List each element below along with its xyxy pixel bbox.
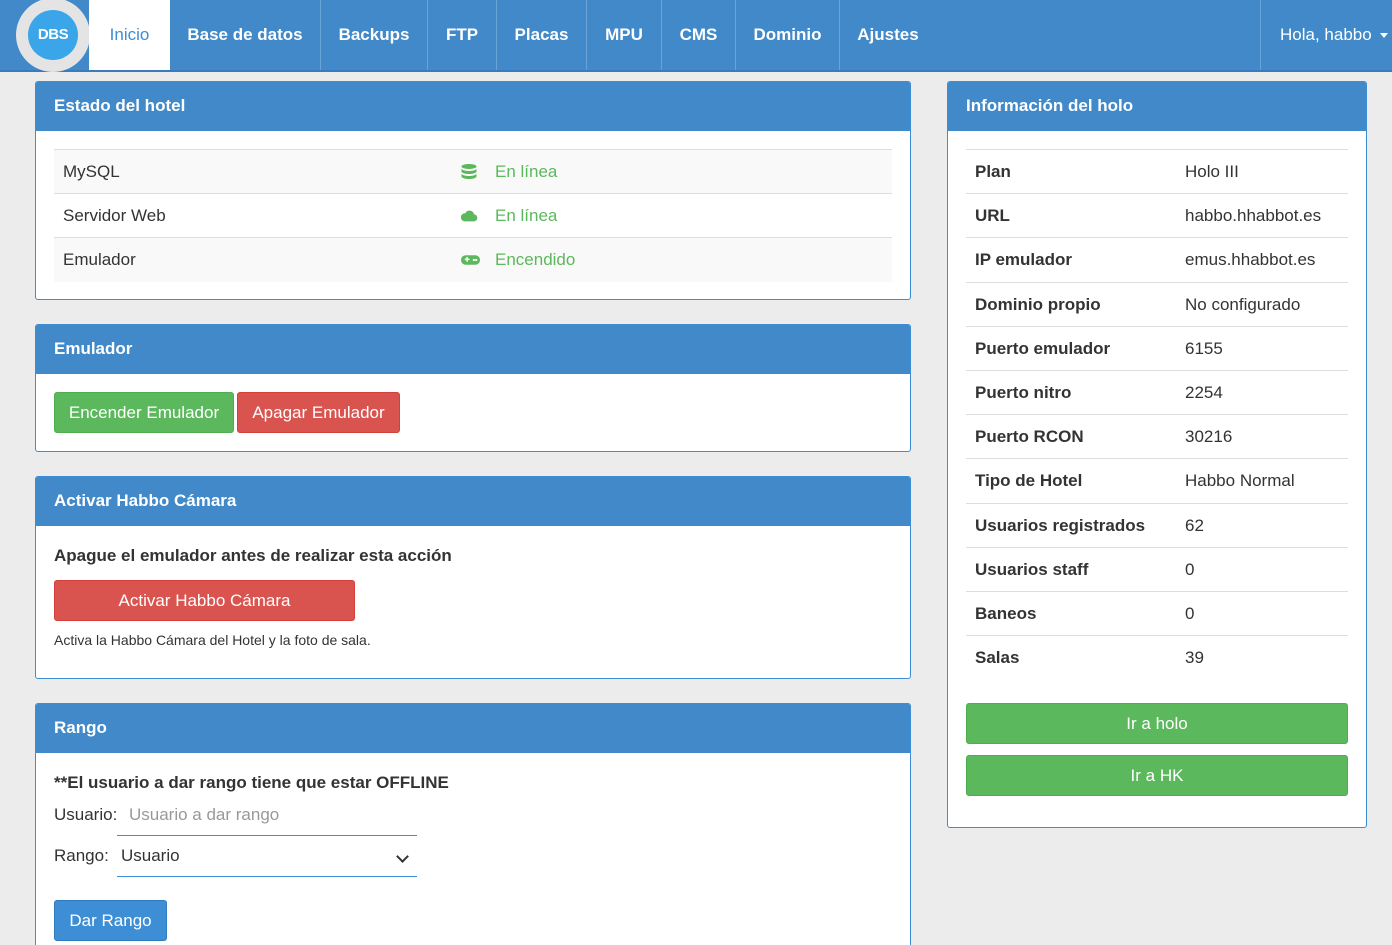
logo[interactable]: DBS	[16, 0, 90, 72]
user-greeting: Hola, habbo	[1280, 25, 1372, 44]
panel-title: Estado del hotel	[36, 82, 910, 131]
activate-camera-button[interactable]: Activar Habbo Cámara	[54, 580, 355, 621]
emulator-panel: Emulador Encender Emulador Apagar Emulad…	[35, 324, 911, 452]
info-key: Salas	[975, 648, 1020, 668]
info-key: Plan	[975, 162, 1011, 181]
info-value: habbo.hhabbot.es	[1185, 206, 1322, 226]
panel-title: Información del holo	[948, 82, 1366, 131]
go-holo-button[interactable]: Ir a holo	[966, 703, 1348, 744]
info-key: Puerto RCON	[975, 427, 1084, 447]
nav-item-cms[interactable]: CMS	[662, 0, 736, 70]
status-label: Emulador	[63, 250, 136, 269]
info-row: Puerto RCON 30216	[966, 415, 1348, 460]
gamepad-icon	[460, 255, 481, 265]
holo-info-panel: Información del holo Plan Holo III URL hab…	[947, 81, 1367, 828]
info-value: 30216	[1185, 427, 1233, 447]
info-value: No configurado	[1185, 294, 1301, 314]
camera-panel: Activar Habbo Cámara Apague el emulador …	[35, 476, 911, 679]
nav-item-inicio[interactable]: Inicio	[89, 0, 170, 70]
database-icon	[461, 164, 477, 179]
panel-title: Rango	[36, 704, 910, 753]
hotel-status-panel: Estado del hotel MySQL En línea Servidor…	[35, 81, 911, 300]
status-label: MySQL	[63, 162, 120, 181]
panel-title: Activar Habbo Cámara	[36, 477, 910, 526]
info-row: Usuarios registrados 62	[966, 504, 1348, 548]
logo-badge: DBS	[28, 10, 78, 60]
info-table: Plan Holo III URL habbo.hhabbot.es IP emul…	[966, 149, 1348, 680]
camera-description: Activa la Habbo Cámara del Hotel y la fo…	[54, 632, 371, 648]
info-key: Baneos	[975, 603, 1037, 623]
info-key: IP emulador	[975, 250, 1072, 270]
info-row: Puerto emulador 6155	[966, 327, 1348, 371]
nav-item-ftp[interactable]: FTP	[428, 0, 497, 70]
give-rank-button[interactable]: Dar Rango	[54, 900, 167, 941]
go-hk-button[interactable]: Ir a HK	[966, 755, 1348, 796]
info-key: Usuarios staff	[975, 559, 1089, 579]
status-value: Encendido	[495, 250, 576, 269]
info-row: Usuarios staff 0	[966, 548, 1348, 592]
info-row: IP emulador emus.hhabbot.es	[966, 238, 1348, 283]
status-row-mysql: MySQL En línea	[54, 150, 892, 194]
chevron-down-icon	[396, 850, 409, 863]
info-row: Plan Holo III	[966, 150, 1348, 195]
info-row: Salas 39	[966, 636, 1348, 680]
rank-select[interactable]: Usuario	[117, 836, 417, 877]
info-value: 0	[1185, 603, 1195, 623]
info-value: 0	[1185, 559, 1195, 579]
info-key: Dominio propio	[975, 294, 1101, 314]
info-row: Puerto nitro 2254	[966, 371, 1348, 416]
info-key: Puerto emulador	[975, 338, 1111, 358]
info-row: URL habbo.hhabbot.es	[966, 194, 1348, 239]
info-key: URL	[975, 206, 1010, 226]
info-value: 2254	[1185, 382, 1223, 402]
camera-warning: Apague el emulador antes de realizar est…	[54, 546, 452, 565]
info-value: emus.hhabbot.es	[1185, 250, 1316, 270]
rank-select-value: Usuario	[121, 846, 180, 865]
info-row: Dominio propio No configurado	[966, 283, 1348, 327]
caret-down-icon	[1379, 33, 1388, 39]
user-input[interactable]	[117, 795, 417, 836]
status-row-web-server: Servidor Web En línea	[54, 194, 892, 238]
info-row: Baneos 0	[966, 592, 1348, 637]
cloud-icon	[460, 210, 478, 222]
info-value: 39	[1185, 648, 1204, 668]
info-key: Usuarios registrados	[975, 515, 1146, 535]
user-menu[interactable]: Hola, habbo	[1260, 0, 1392, 70]
status-value: En línea	[495, 206, 558, 225]
nav-item-dominio[interactable]: Dominio	[736, 0, 840, 70]
nav-item-ajustes[interactable]: Ajustes	[840, 0, 936, 70]
info-value: Habbo Normal	[1185, 471, 1295, 491]
rank-notice: **El usuario a dar rango tiene que estar…	[54, 773, 449, 792]
info-value: Holo III	[1185, 162, 1239, 181]
nav-item-backups[interactable]: Backups	[321, 0, 428, 70]
user-field-label: Usuario:	[54, 805, 118, 824]
panel-title: Emulador	[36, 325, 910, 374]
info-key: Tipo de Hotel	[975, 471, 1083, 491]
nav-item-placas[interactable]: Placas	[497, 0, 587, 70]
status-row-emulator: Emulador Encendido	[54, 238, 892, 282]
info-key: Puerto nitro	[975, 382, 1072, 402]
status-value: En línea	[495, 162, 558, 181]
info-value: 6155	[1185, 338, 1223, 358]
nav-item-mpu[interactable]: MPU	[587, 0, 662, 70]
info-value: 62	[1185, 515, 1204, 535]
top-navbar: DBS Inicio Base de datos Backups FTP Pla…	[0, 0, 1392, 72]
info-row: Tipo de Hotel Habbo Normal	[966, 459, 1348, 504]
stop-emulator-button[interactable]: Apagar Emulador	[237, 392, 400, 433]
status-table: MySQL En línea Servidor Web En línea Emu…	[54, 149, 892, 282]
rank-panel: Rango **El usuario a dar rango tiene que…	[35, 703, 911, 945]
rank-field-label: Rango:	[54, 846, 109, 865]
start-emulator-button[interactable]: Encender Emulador	[54, 392, 234, 433]
nav-item-base-de-datos[interactable]: Base de datos	[170, 0, 321, 70]
status-label: Servidor Web	[63, 206, 166, 225]
